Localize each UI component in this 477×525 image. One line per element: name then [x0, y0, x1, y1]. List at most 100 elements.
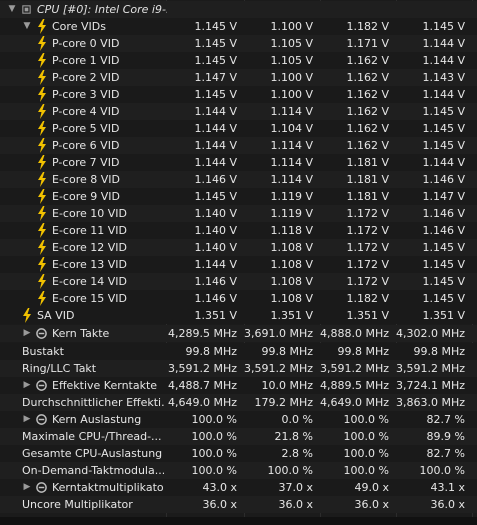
- lightning-bolt-icon: [23, 308, 31, 323]
- row-label: P-core 1 VID: [52, 54, 120, 67]
- value-avg: 100.0 %: [419, 464, 465, 477]
- value-min: 99.8 MHz: [261, 345, 313, 358]
- tree-row-gesamte-cpu-auslastung[interactable]: Gesamte CPU-Auslastung 100.0 % 2.8 % 100…: [0, 445, 477, 462]
- tree-row-vid[interactable]: E-core 14 VID 1.146 V 1.108 V 1.172 V 1.145 …: [0, 273, 477, 290]
- value-min: 1.114 V: [270, 156, 313, 169]
- value-min: 0.0 %: [281, 413, 313, 426]
- chevron-right-icon[interactable]: ▶: [22, 377, 32, 394]
- tree-row-vid[interactable]: E-core 8 VID 1.146 V 1.114 V 1.181 V 1.146 V: [0, 171, 477, 188]
- value-avg: 3,591.2 MHz: [396, 362, 466, 375]
- tree-row-vid[interactable]: P-core 0 VID 1.145 V 1.105 V 1.171 V 1.144 V: [0, 35, 477, 52]
- value-max: 1.172 V: [346, 275, 389, 288]
- value-min: 1.105 V: [270, 54, 313, 67]
- tree-row-durchschnittlicher-effektivtakt[interactable]: Durchschnittlicher Effekti... 4,649.0 MH…: [0, 394, 477, 411]
- value-min: 100.0 %: [267, 464, 313, 477]
- value-current: 4,289.5 MHz: [167, 327, 237, 340]
- value-max: 1.351 V: [346, 309, 389, 322]
- value-min: 1.119 V: [270, 190, 313, 203]
- row-label: P-core 3 VID: [52, 88, 120, 101]
- value-min: 179.2 MHz: [254, 396, 313, 409]
- value-avg: 1.145 V: [422, 122, 465, 135]
- clock-ring-icon: [36, 380, 47, 391]
- tree-row-core-vids[interactable]: ▼ Core VIDs 1.145 V 1.100 V 1.182 V 1.14…: [0, 18, 477, 35]
- chevron-down-icon[interactable]: ▼: [22, 18, 32, 35]
- tree-row-kern-auslastung[interactable]: ▶ Kern Auslastung 100.0 % 0.0 % 100.0 % …: [0, 411, 477, 428]
- value-max: 1.172 V: [346, 224, 389, 237]
- tree-row-kerntaktmultiplikatoren[interactable]: ▶ Kerntaktmultiplikatoren 43.0 x 37.0 x …: [0, 479, 477, 496]
- value-max: 1.162 V: [346, 139, 389, 152]
- value-max: 3,591.2 MHz: [320, 362, 390, 375]
- row-label: Effektive Kerntakte: [52, 379, 158, 392]
- tree-row-sa-vid[interactable]: SA VID 1.351 V 1.351 V 1.351 V 1.351 V: [0, 307, 477, 324]
- value-avg: 1.144 V: [422, 37, 465, 50]
- row-label: E-core 8 VID: [52, 173, 120, 186]
- value-current: 4,488.7 MHz: [167, 379, 237, 392]
- tree-row-vid[interactable]: P-core 4 VID 1.144 V 1.114 V 1.162 V 1.145 V: [0, 103, 477, 120]
- tree-row-maximale-cpu-thread[interactable]: Maximale CPU-/Thread-... 100.0 % 21.8 % …: [0, 428, 477, 445]
- tree-row-vid[interactable]: E-core 15 VID 1.146 V 1.108 V 1.182 V 1.145 …: [0, 290, 477, 307]
- tree-row-vid[interactable]: P-core 7 VID 1.144 V 1.114 V 1.181 V 1.144 V: [0, 154, 477, 171]
- lightning-bolt-icon: [38, 257, 46, 272]
- value-avg: 43.1 x: [430, 481, 466, 494]
- value-min: 1.114 V: [270, 173, 313, 186]
- value-avg: 1.145 V: [422, 275, 465, 288]
- value-min: 1.119 V: [270, 207, 313, 220]
- tree-row-effektive-kerntakte[interactable]: ▶ Effektive Kerntakte 4,488.7 MHz 10.0 M…: [0, 377, 477, 394]
- lightning-bolt-icon: [38, 104, 46, 119]
- tree-row-vid[interactable]: E-core 11 VID 1.140 V 1.118 V 1.172 V 1.146 …: [0, 222, 477, 239]
- chevron-right-icon[interactable]: ▶: [22, 479, 32, 496]
- chevron-right-icon[interactable]: ▶: [22, 411, 32, 428]
- chevron-down-icon[interactable]: ▼: [7, 1, 17, 18]
- value-avg: 1.144 V: [422, 54, 465, 67]
- lightning-bolt-icon: [38, 70, 46, 85]
- value-avg: 1.145 V: [422, 241, 465, 254]
- value-max: 1.181 V: [346, 190, 389, 203]
- cpu-chip-icon: [22, 5, 31, 14]
- value-current: 1.144 V: [194, 156, 237, 169]
- tree-row-vid[interactable]: P-core 1 VID 1.145 V 1.105 V 1.162 V 1.144 V: [0, 52, 477, 69]
- value-current: 1.146 V: [194, 292, 237, 305]
- value-max: 36.0 x: [354, 498, 390, 511]
- lightning-bolt-icon: [38, 206, 46, 221]
- value-min: 1.351 V: [270, 309, 313, 322]
- value-max: 1.171 V: [346, 37, 389, 50]
- row-label: P-core 4 VID: [52, 105, 120, 118]
- tree-row-kern-takte[interactable]: ▶ Kern Takte 4,289.5 MHz 3,691.0 MHz 4,8…: [0, 325, 477, 342]
- value-max: 1.182 V: [346, 292, 389, 305]
- tree-row-vid[interactable]: P-core 3 VID 1.145 V 1.100 V 1.162 V 1.144 V: [0, 86, 477, 103]
- value-min: 3,591.2 MHz: [244, 362, 314, 375]
- tree-row-uncore-multiplikator[interactable]: Uncore Multiplikator 36.0 x 36.0 x 36.0 …: [0, 496, 477, 513]
- value-current: 1.144 V: [194, 139, 237, 152]
- tree-row-vid[interactable]: P-core 6 VID 1.144 V 1.114 V 1.162 V 1.145 V: [0, 137, 477, 154]
- row-label: Durchschnittlicher Effekti...: [22, 396, 164, 409]
- tree-row-bustakt[interactable]: Bustakt 99.8 MHz 99.8 MHz 99.8 MHz 99.8 …: [0, 343, 477, 360]
- tree-row-vid[interactable]: P-core 5 VID 1.144 V 1.104 V 1.162 V 1.145 V: [0, 120, 477, 137]
- value-current: 1.144 V: [194, 105, 237, 118]
- tree-row-vid[interactable]: P-core 2 VID 1.147 V 1.100 V 1.162 V 1.143 V: [0, 69, 477, 86]
- tree-row-on-demand-taktmodulation[interactable]: On-Demand-Taktmodula... 100.0 % 100.0 % …: [0, 462, 477, 479]
- tree-row-vid[interactable]: E-core 12 VID 1.140 V 1.108 V 1.172 V 1.145 …: [0, 239, 477, 256]
- chevron-right-icon[interactable]: ▶: [22, 325, 32, 342]
- tree-row-vid[interactable]: E-core 13 VID 1.144 V 1.108 V 1.172 V 1.145 …: [0, 256, 477, 273]
- row-label: E-core 10 VID: [52, 207, 127, 220]
- row-label: Uncore Multiplikator: [22, 498, 133, 511]
- value-avg: 3,724.1 MHz: [396, 379, 466, 392]
- value-current: 100.0 %: [191, 413, 237, 426]
- value-max: 1.172 V: [346, 241, 389, 254]
- value-min: 36.0 x: [278, 498, 314, 511]
- clock-ring-icon: [36, 414, 47, 425]
- tree-row-cpu[interactable]: ▼ CPU [#0]: Intel Core i9-...: [0, 1, 477, 18]
- tree-row-vid[interactable]: E-core 10 VID 1.140 V 1.119 V 1.172 V 1.146 …: [0, 205, 477, 222]
- row-label: Kerntaktmultiplikatoren: [52, 481, 164, 494]
- value-min: 1.108 V: [270, 258, 313, 271]
- value-min: 10.0 MHz: [261, 379, 313, 392]
- row-label: Core VIDs: [52, 20, 106, 33]
- lightning-bolt-icon: [38, 189, 46, 204]
- value-max: 1.162 V: [346, 88, 389, 101]
- value-current: 1.145 V: [194, 20, 237, 33]
- tree-row-ring-llc[interactable]: Ring/LLC Takt 3,591.2 MHz 3,591.2 MHz 3,…: [0, 360, 477, 377]
- value-max: 1.172 V: [346, 258, 389, 271]
- bottom-edge: [0, 517, 477, 525]
- value-max: 1.162 V: [346, 71, 389, 84]
- tree-row-vid[interactable]: E-core 9 VID 1.145 V 1.119 V 1.181 V 1.147 V: [0, 188, 477, 205]
